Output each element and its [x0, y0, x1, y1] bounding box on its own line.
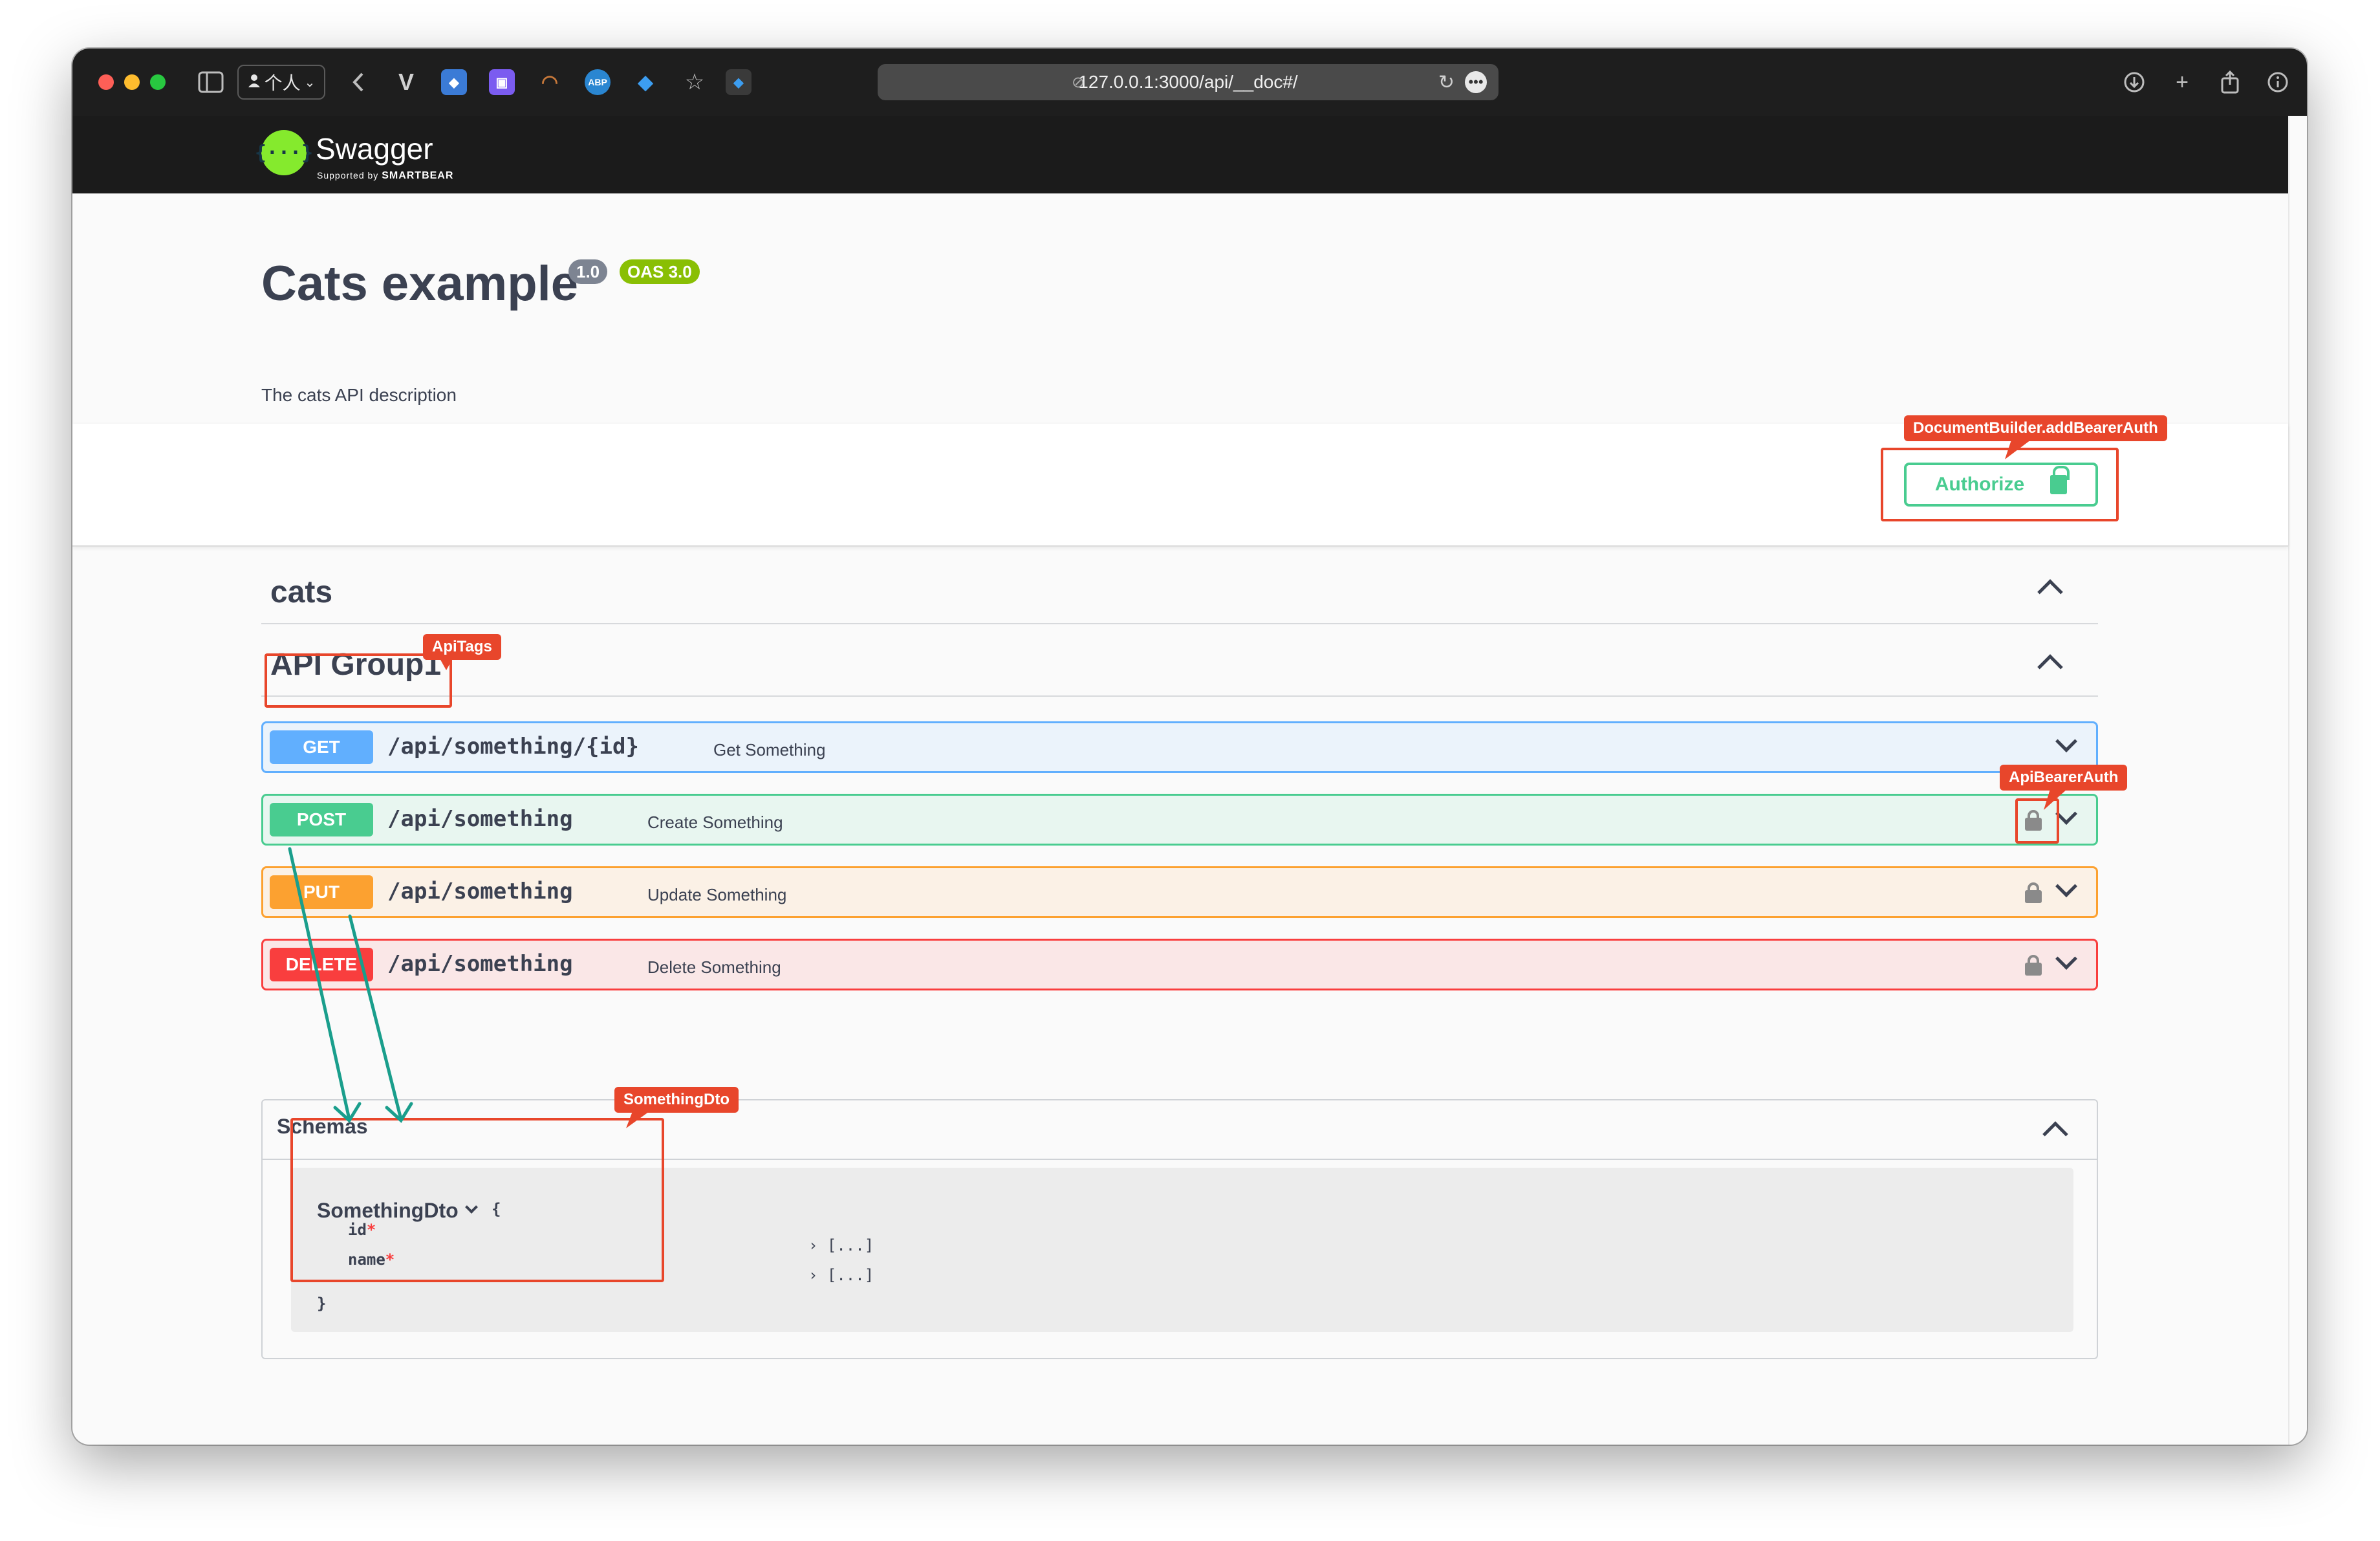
- person-icon: [248, 72, 261, 93]
- annotation-label-tags: ApiTags: [423, 634, 501, 660]
- gem-extension-icon[interactable]: ◆: [633, 69, 658, 95]
- api-description: The cats API description: [261, 385, 457, 405]
- chevron-right-icon: ›: [808, 1236, 818, 1254]
- url-text: 127.0.0.1:3000/api/__doc#/: [1078, 72, 1298, 92]
- page-title: Cats example: [261, 256, 579, 311]
- annotation-box-tags: [265, 653, 452, 708]
- new-tab-icon[interactable]: +: [2167, 67, 2198, 98]
- method-badge-post: POST: [270, 803, 373, 836]
- logo-sub-prefix: Supported by: [317, 170, 379, 180]
- chevron-right-icon: ›: [808, 1266, 818, 1284]
- rss-extension-icon[interactable]: ◠: [537, 69, 563, 95]
- operation-path: /api/something/{id}: [387, 734, 639, 760]
- operation-summary: Create Something: [647, 813, 783, 832]
- operation-put-something[interactable]: PUT /api/something Update Something: [261, 866, 2098, 918]
- operation-path: /api/something: [387, 879, 573, 904]
- chevron-down-icon[interactable]: [2055, 730, 2077, 752]
- operation-summary: Update Something: [647, 885, 787, 904]
- operation-post-something[interactable]: POST /api/something Create Something: [261, 794, 2098, 846]
- annotation-label-authorize: DocumentBuilder.addBearerAuth: [1904, 415, 2167, 441]
- back-arrow-icon[interactable]: [344, 67, 373, 98]
- annotation-label-dto: SomethingDto: [614, 1087, 739, 1113]
- api-info-section: Cats example 1.0 OAS 3.0 The cats API de…: [72, 193, 2288, 424]
- reload-icon[interactable]: ↻: [1438, 71, 1455, 94]
- operation-path: /api/something: [387, 806, 573, 832]
- field-value: [...]: [827, 1266, 874, 1284]
- swagger-logo-text[interactable]: Swagger: [316, 131, 433, 166]
- chevron-down-icon[interactable]: [2055, 875, 2077, 897]
- site-info-icon[interactable]: ⊘: [1072, 73, 1085, 92]
- authorization-lock-icon[interactable]: [2025, 882, 2042, 903]
- swagger-logo-subtitle: Supported by SMARTBEAR: [317, 170, 453, 182]
- operation-get-something-by-id[interactable]: GET /api/something/{id} Get Something: [261, 721, 2098, 773]
- swagger-topbar: {···} Swagger Supported by SMARTBEAR: [72, 116, 2288, 193]
- field-name-value[interactable]: › [...]: [808, 1266, 874, 1284]
- adblock-extension-icon[interactable]: ABP: [585, 69, 611, 95]
- browser-toolbar: 个人 ⌄ V ◆ ▣ ◠ ABP ◆ ☆ ◆ ⊘ 127.0.0.1:3000/…: [72, 49, 2307, 116]
- annotation-box-bearer: [2015, 798, 2059, 844]
- field-value: [...]: [827, 1236, 874, 1254]
- method-badge-get: GET: [270, 730, 373, 764]
- star-bookmark-icon[interactable]: ☆: [680, 67, 709, 98]
- chevron-up-icon[interactable]: [2042, 1121, 2068, 1147]
- vue-devtools-extension-icon[interactable]: V: [393, 69, 419, 95]
- operation-summary: Get Something: [713, 740, 826, 760]
- grammar-extension-icon[interactable]: ▣: [489, 69, 515, 95]
- model-close-brace: }: [317, 1295, 327, 1313]
- close-window-button[interactable]: [98, 74, 114, 90]
- info-icon[interactable]: [2262, 67, 2293, 98]
- method-badge-put: PUT: [270, 875, 373, 909]
- zoom-window-button[interactable]: [150, 74, 166, 90]
- profile-label: 个人: [264, 73, 301, 93]
- oas-badge: OAS 3.0: [620, 259, 700, 284]
- tag-cats[interactable]: cats: [261, 547, 2098, 624]
- operation-delete-something[interactable]: DELETE /api/something Delete Something: [261, 939, 2098, 990]
- tag-api-group1[interactable]: API Group1: [261, 624, 2098, 697]
- field-id-value[interactable]: › [...]: [808, 1236, 874, 1254]
- annotation-box-dto: [290, 1118, 664, 1282]
- annotation-label-bearer: ApiBearerAuth: [2000, 765, 2128, 791]
- logo-sub-brand: SMARTBEAR: [382, 170, 454, 181]
- method-badge-delete: DELETE: [270, 948, 373, 981]
- chevron-down-icon[interactable]: [2055, 948, 2077, 970]
- page-scrollbar[interactable]: [2288, 116, 2307, 1445]
- annotation-box-authorize: [1881, 448, 2119, 521]
- swagger-logo-icon[interactable]: {···}: [255, 130, 313, 175]
- chevron-up-icon[interactable]: [2037, 579, 2063, 605]
- downloads-icon[interactable]: [2119, 67, 2150, 98]
- gem-active-extension-icon[interactable]: ◆: [726, 69, 752, 95]
- chevron-down-icon: ⌄: [304, 75, 316, 90]
- sidebar-toggle-icon[interactable]: [195, 67, 226, 98]
- bitwarden-extension-icon[interactable]: ◆: [441, 69, 467, 95]
- tag-cats-name: cats: [270, 575, 333, 609]
- minimize-window-button[interactable]: [124, 74, 140, 90]
- profile-button[interactable]: 个人 ⌄: [237, 65, 325, 100]
- more-options-icon[interactable]: •••: [1465, 71, 1487, 93]
- share-icon[interactable]: [2214, 67, 2245, 98]
- chevron-up-icon[interactable]: [2037, 654, 2063, 680]
- version-badge: 1.0: [568, 259, 608, 284]
- operation-summary: Delete Something: [647, 957, 781, 977]
- authorization-lock-icon[interactable]: [2025, 955, 2042, 976]
- operation-path: /api/something: [387, 951, 573, 977]
- address-bar[interactable]: ⊘ 127.0.0.1:3000/api/__doc#/ ↻ •••: [878, 64, 1498, 100]
